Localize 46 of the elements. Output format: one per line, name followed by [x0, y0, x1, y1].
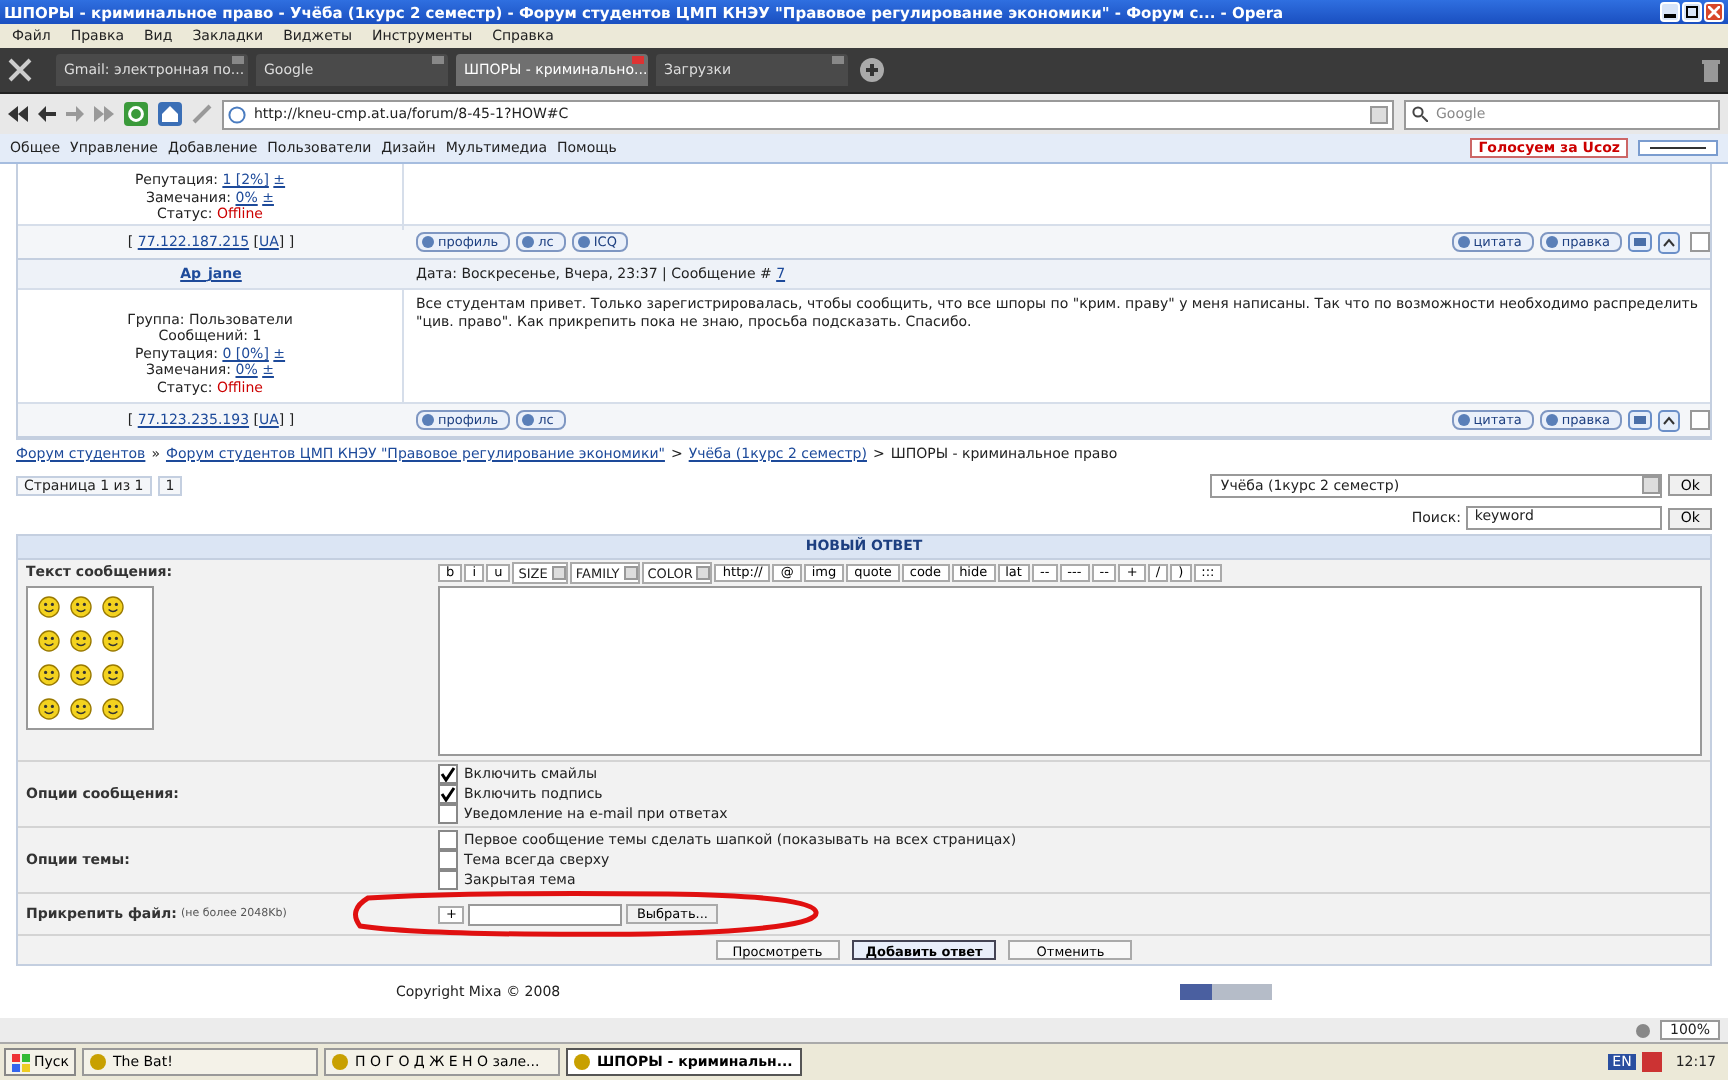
close-icon	[1708, 6, 1720, 18]
windows-flag-icon	[12, 1053, 30, 1071]
minimize-button[interactable]	[1660, 2, 1680, 22]
smiley-icon[interactable]	[38, 596, 60, 619]
select-checkbox[interactable]	[1690, 410, 1710, 430]
checkbox[interactable]	[438, 803, 458, 824]
home-icon[interactable]	[158, 102, 182, 126]
file-path-field[interactable]	[468, 903, 623, 926]
back-icon[interactable]	[38, 106, 56, 122]
new-tab-icon[interactable]	[860, 58, 884, 82]
smiley-icon[interactable]	[102, 664, 124, 687]
checkbox[interactable]	[438, 829, 458, 850]
scroll-up-icon[interactable]	[1658, 409, 1680, 431]
search-icon	[1412, 106, 1428, 122]
globe-icon	[228, 105, 246, 123]
image-icon[interactable]	[1628, 410, 1652, 430]
tray-icon[interactable]	[1641, 1052, 1662, 1072]
reload-icon[interactable]	[124, 102, 148, 126]
scroll-up-icon[interactable]	[1658, 231, 1680, 253]
maximize-icon	[1686, 6, 1698, 18]
app-icon	[90, 1054, 107, 1070]
smiley-icon[interactable]	[70, 664, 92, 687]
image-icon[interactable]	[1628, 232, 1652, 252]
checkbox[interactable]	[438, 869, 458, 890]
checkbox[interactable]	[438, 763, 458, 784]
slider-icon	[1638, 140, 1718, 156]
rewind-icon[interactable]	[8, 106, 28, 122]
trash-icon[interactable]	[1702, 59, 1720, 81]
smiley-icon[interactable]	[102, 630, 124, 653]
smiley-icon[interactable]	[102, 596, 124, 619]
smiley-icon[interactable]	[70, 698, 92, 721]
maximize-button[interactable]	[1682, 2, 1702, 22]
smiley-icon[interactable]	[38, 698, 60, 721]
smiley-icon[interactable]	[70, 630, 92, 653]
select-checkbox[interactable]	[1690, 232, 1710, 252]
app-icon	[332, 1054, 349, 1070]
checkbox[interactable]	[438, 849, 458, 870]
app-icon	[574, 1054, 591, 1070]
checkbox[interactable]	[438, 783, 458, 804]
smiley-icon[interactable]	[38, 630, 60, 653]
smiley-icon[interactable]	[38, 664, 60, 687]
ucoz-badge-icon	[1180, 984, 1272, 1001]
tools-icon[interactable]	[8, 58, 32, 82]
smiley-icon[interactable]	[102, 698, 124, 721]
close-button[interactable]	[1704, 2, 1724, 22]
smiley-icon[interactable]	[70, 596, 92, 619]
